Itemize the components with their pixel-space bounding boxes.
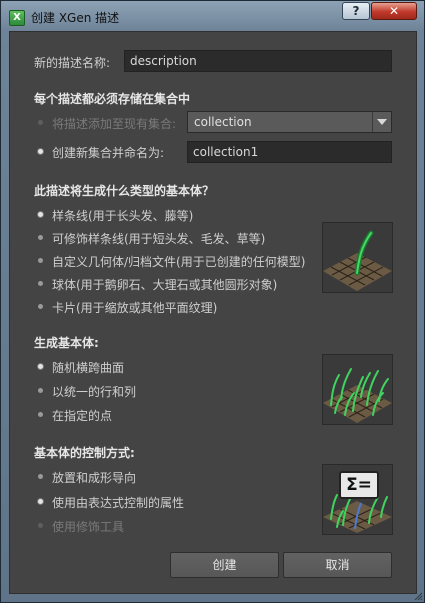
primitive-type-option-custom-geometry[interactable]: 自定义几何体/归档文件(用于已创建的任何模型) (52, 253, 305, 270)
primitive-type-option-cards[interactable]: 卡片(用于缩放或其他平面纹理) (52, 299, 217, 316)
window-title: 创建 XGen 描述 (31, 11, 120, 25)
cancel-button[interactable]: 取消 (283, 552, 392, 578)
create-new-collection-label: 创建新集合并命名为: (52, 146, 165, 160)
control-option-guides[interactable]: 放置和成形导向 (52, 469, 136, 486)
primitive-type-option-spheres[interactable]: 球体(用于鹅卵石、大理石或其他圆形对象) (52, 276, 277, 293)
primitive-type-radio[interactable] (38, 212, 43, 217)
control-option-expressions[interactable]: 使用由表达式控制的属性 (52, 494, 184, 511)
help-button[interactable]: ? (342, 2, 370, 20)
generate-radio[interactable] (38, 412, 43, 417)
single-spline-strand-icon (323, 223, 392, 292)
dialog-window: X 创建 XGen 描述 ? ✕ 新的描述名称: description 每个描… (0, 0, 425, 603)
splines-preview-image (322, 222, 393, 293)
resize-grip-icon[interactable] (413, 591, 423, 601)
collection-section-heading: 每个描述都必须存储在集合中 (34, 92, 191, 106)
create-button[interactable]: 创建 (170, 552, 279, 578)
chevron-down-icon[interactable] (372, 112, 391, 132)
dialog-body: 新的描述名称: description 每个描述都必须存储在集合中 将描述添加至… (9, 31, 417, 594)
primitive-type-radio[interactable] (38, 258, 43, 263)
generate-section-heading: 生成基本体: (34, 336, 99, 350)
generate-option-uniform[interactable]: 以统一的行和列 (52, 383, 136, 400)
generate-option-specified-points[interactable]: 在指定的点 (52, 407, 112, 424)
control-radio[interactable] (38, 499, 43, 504)
random-placement-preview-image (322, 354, 393, 425)
primitive-type-option-groomable-splines[interactable]: 可修饰样条线(用于短头发、毛发、草等) (52, 230, 265, 247)
title-bar[interactable]: X 创建 XGen 描述 ? ✕ (1, 1, 424, 31)
xgen-app-icon: X (9, 10, 25, 26)
description-name-input[interactable]: description (124, 50, 392, 72)
primitive-type-option-splines[interactable]: 样条线(用于长头发、藤等) (52, 207, 193, 224)
primitive-type-heading: 此描述将生成什么类型的基本体？ (34, 184, 215, 198)
primitive-type-radio[interactable] (38, 304, 43, 309)
control-radio (38, 523, 43, 528)
generate-radio[interactable] (38, 388, 43, 393)
sigma-icon: Σ= (339, 471, 379, 499)
close-button[interactable]: ✕ (371, 2, 417, 20)
control-section-heading: 基本体的控制方式: (34, 446, 135, 460)
create-new-collection-radio[interactable] (38, 149, 43, 154)
control-option-groom-tools: 使用修饰工具 (52, 520, 125, 534)
generate-radio[interactable] (38, 364, 43, 369)
expression-control-preview-image: Σ= (322, 464, 393, 535)
description-name-label: 新的描述名称: (34, 56, 111, 70)
random-grass-icon (323, 355, 392, 424)
existing-collection-value: collection (194, 115, 252, 129)
primitive-type-radio[interactable] (38, 281, 43, 286)
add-existing-collection-label: 将描述添加至现有集合: (52, 117, 177, 131)
add-existing-collection-radio[interactable] (38, 120, 43, 125)
new-collection-name-input[interactable]: collection1 (187, 141, 392, 163)
control-radio[interactable] (38, 474, 43, 479)
generate-option-random[interactable]: 随机横跨曲面 (52, 359, 124, 376)
primitive-type-radio[interactable] (38, 235, 43, 240)
existing-collection-dropdown[interactable]: collection (187, 111, 392, 133)
